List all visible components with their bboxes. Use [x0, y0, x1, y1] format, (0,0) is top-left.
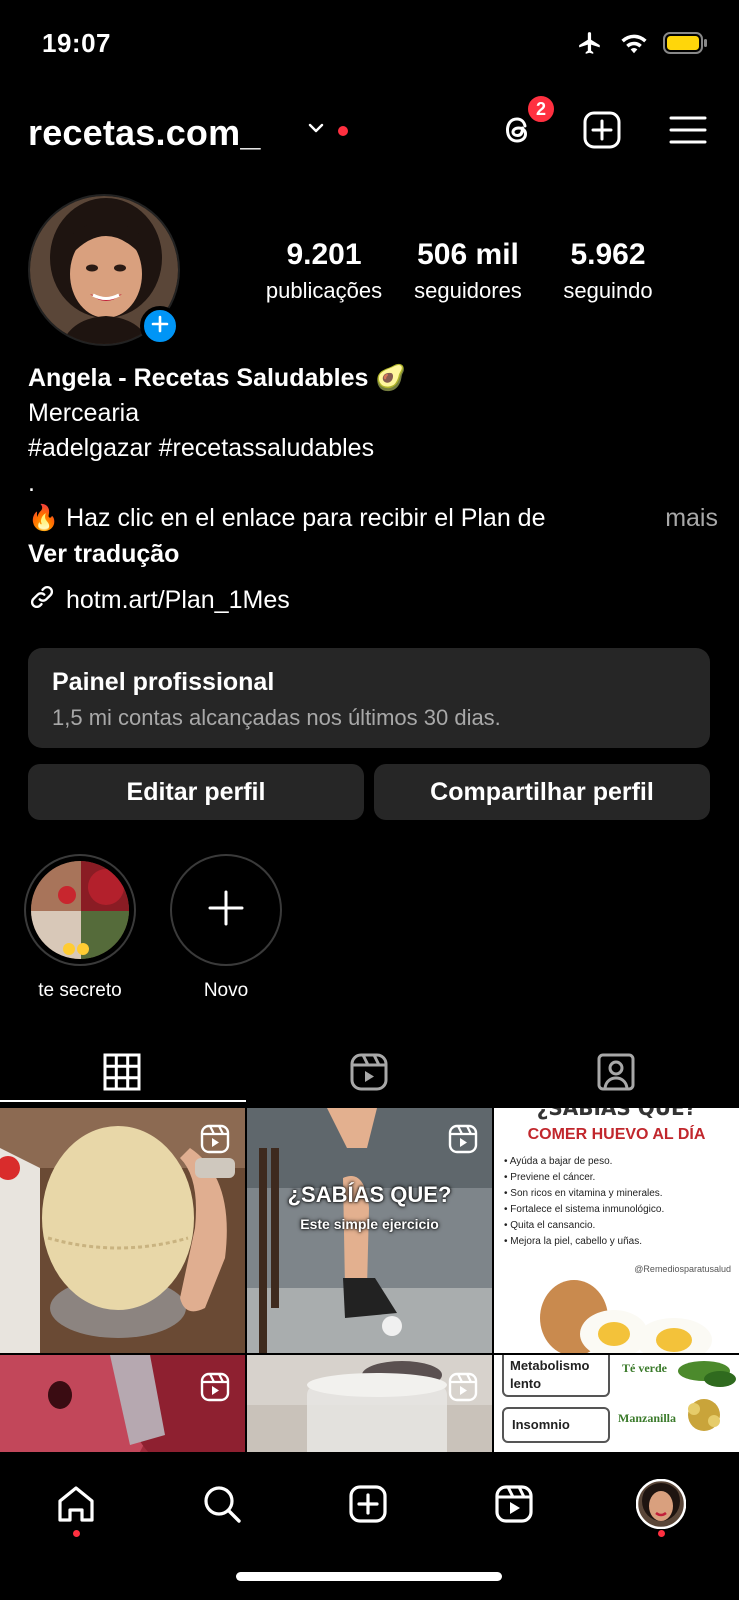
stat-posts[interactable]: 9.201 publicações: [254, 238, 394, 304]
post-bullet-list: • Ayúda a bajar de peso. • Previene el c…: [504, 1154, 734, 1250]
home-icon: [55, 1483, 97, 1530]
notification-dot: [338, 126, 348, 136]
stat-value: 506 mil: [417, 238, 519, 271]
reel-icon: [448, 1372, 725, 1407]
wifi-icon: [619, 31, 649, 60]
reel-icon: [448, 1124, 725, 1159]
stat-followers[interactable]: 506 mil seguidores: [398, 238, 538, 304]
plus-icon: [151, 315, 169, 338]
tab-reels[interactable]: [329, 1046, 409, 1102]
reels-icon: [349, 1052, 389, 1097]
list-item: • Fortalece el sistema inmunológico.: [504, 1204, 665, 1215]
profile-header: recetas.com_ 2: [0, 94, 739, 164]
profile-name: Angela - Recetas Saludables 🥑: [28, 363, 407, 392]
post-bullet-text: Mejora la piel, cabello y uñas.: [510, 1236, 643, 1247]
highlight-ring: [170, 854, 282, 966]
bio-text: 🔥 Haz clic en el enlace para recibir el …: [28, 501, 718, 536]
add-story-button[interactable]: [140, 306, 180, 346]
list-item: • Mejora la piel, cabello y uñas.: [504, 1236, 643, 1247]
post-overlay-subtitle: Este simple ejercicio: [300, 1216, 439, 1232]
list-item: • Previene el cáncer.: [504, 1172, 596, 1183]
new-highlight[interactable]: Novo: [170, 854, 282, 1002]
home-indicator: [236, 1572, 502, 1581]
battery-icon: [663, 31, 709, 60]
edit-profile-button[interactable]: Editar perfil: [28, 764, 364, 820]
profile-category: Mercearia: [28, 399, 140, 427]
post-overlay-title: ¿SABÍAS QUE?: [287, 1182, 452, 1207]
stat-value: 9.201: [286, 238, 362, 271]
highlight-ring: [24, 854, 136, 966]
plus-square-icon: [582, 110, 622, 155]
post-label-box: Insomnio: [502, 1407, 610, 1443]
tagged-person-icon: [596, 1052, 636, 1097]
nav-home[interactable]: [46, 1476, 106, 1536]
nav-profile[interactable]: [631, 1476, 691, 1536]
stat-label: publicações: [265, 278, 383, 303]
grid-icon: [103, 1053, 141, 1096]
profile-avatar-icon: [635, 1478, 687, 1534]
menu-button[interactable]: [666, 110, 710, 154]
nav-create[interactable]: [338, 1476, 398, 1536]
post-bullet-text: Previene el cáncer.: [510, 1172, 596, 1183]
tab-tagged[interactable]: [576, 1046, 656, 1102]
pro-dashboard-subtitle: 1,5 mi contas alcançadas nos últimos 30 …: [52, 705, 501, 730]
stat-following[interactable]: 5.962 seguindo: [538, 238, 678, 304]
reels-icon: [493, 1483, 535, 1530]
notification-dot: [658, 1530, 665, 1537]
search-icon: [201, 1483, 243, 1530]
chevron-down-icon[interactable]: [306, 118, 326, 143]
more-link[interactable]: mais: [665, 504, 718, 533]
stat-label: seguindo: [563, 278, 653, 303]
posts-grid: ¿SABÍAS QUE? Este simple ejercicio ¿SABÍ…: [0, 1108, 739, 1452]
profile-tabs: [0, 1040, 739, 1104]
status-time: 19:07: [42, 28, 111, 58]
highlight-label: Novo: [203, 980, 249, 1001]
notification-dot: [73, 1530, 80, 1537]
link-icon: [28, 583, 56, 618]
hamburger-menu-icon: [669, 114, 707, 151]
list-item: • Quita el cansancio.: [504, 1220, 596, 1231]
profile-link-text: hotm.art/Plan_1Mes: [66, 585, 290, 614]
stat-label: seguidores: [414, 278, 522, 303]
plus-square-icon: [347, 1483, 389, 1530]
nav-reels[interactable]: [484, 1476, 544, 1536]
status-icons: [575, 30, 709, 61]
list-item: • Son ricos en vitamina y minerales.: [504, 1188, 663, 1199]
post-bullet-text: Quita el cansancio.: [510, 1220, 596, 1231]
profile-bio: Angela - Recetas Saludables 🥑 Mercearia …: [28, 360, 718, 622]
bio-text-dot: .: [28, 469, 35, 497]
nav-search[interactable]: [192, 1476, 252, 1536]
professional-dashboard[interactable]: Painel profissional 1,5 mi contas alcanç…: [28, 648, 710, 748]
highlight-label: te secreto: [38, 980, 122, 1001]
share-profile-button[interactable]: Compartilhar perfil: [374, 764, 710, 820]
bio-text-line: 🔥 Haz clic en el enlace para recibir el …: [28, 504, 546, 532]
post-label-text: Manzanilla: [618, 1411, 677, 1425]
pro-dashboard-title: Painel profissional: [52, 668, 275, 696]
see-translation-link[interactable]: Ver tradução: [28, 536, 718, 572]
active-tab-indicator: [0, 1100, 246, 1102]
create-button[interactable]: [580, 110, 624, 154]
tab-posts-grid[interactable]: [82, 1046, 162, 1102]
plus-icon: [206, 888, 246, 933]
threads-badge: 2: [526, 94, 556, 124]
post-bullet-text: Son ricos en vitamina y minerales.: [510, 1188, 663, 1199]
post-handle-text: @Remediosparatusalud: [634, 1264, 731, 1274]
highlight-thumbnail: [31, 861, 129, 959]
airplane-mode-icon: [575, 30, 605, 61]
bio-hashtags[interactable]: #adelgazar #recetassaludables: [28, 431, 718, 466]
profile-avatar[interactable]: [28, 194, 180, 346]
status-bar: 19:07: [0, 0, 739, 90]
stat-value: 5.962: [570, 238, 646, 271]
post-header-text: ¿SABÍAS QUE?: [536, 1108, 697, 1120]
account-switcher[interactable]: recetas.com_: [28, 112, 261, 154]
profile-link[interactable]: hotm.art/Plan_1Mes: [28, 578, 718, 622]
post-bullet-text: Fortalece el sistema inmunológico.: [510, 1204, 665, 1215]
highlight-item[interactable]: te secreto: [24, 854, 136, 1002]
